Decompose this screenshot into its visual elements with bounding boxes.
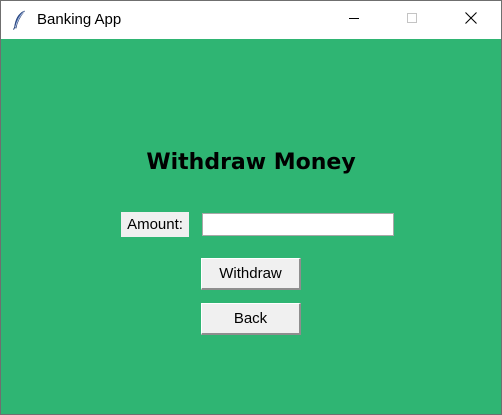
close-icon	[464, 11, 478, 30]
page-title: Withdraw Money	[146, 150, 356, 175]
amount-input[interactable]	[202, 213, 394, 236]
title-bar: Banking App	[1, 1, 501, 39]
back-button[interactable]: Back	[201, 303, 301, 335]
withdraw-panel: Withdraw Money Amount: Withdraw Back	[1, 39, 501, 414]
minimize-icon	[348, 11, 360, 29]
maximize-icon	[406, 11, 418, 29]
window-title: Banking App	[37, 11, 122, 28]
minimize-button[interactable]	[331, 1, 377, 39]
amount-label: Amount:	[121, 212, 189, 237]
withdraw-button[interactable]: Withdraw	[201, 258, 301, 290]
app-window: Banking App Withdraw Money Amount: Withd…	[0, 0, 502, 415]
feather-icon	[12, 10, 26, 30]
maximize-button[interactable]	[389, 1, 435, 39]
close-button[interactable]	[448, 1, 494, 39]
